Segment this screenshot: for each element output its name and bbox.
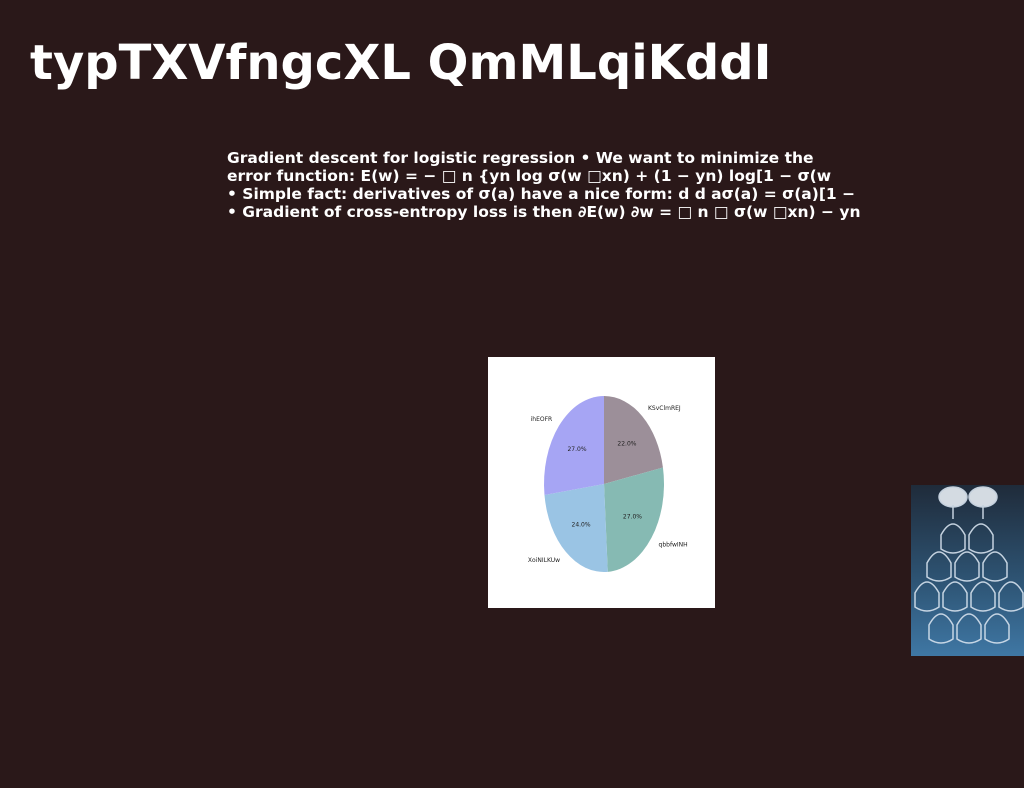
body-line: error function: E(w) = − □ n {yn log σ(w… <box>227 167 832 185</box>
body-line: Gradient descent for logistic regression… <box>227 149 814 167</box>
pie-slice-category-label: XoiNILKUw <box>528 557 560 564</box>
pie-slice-percent-label: 22.0% <box>617 440 636 447</box>
body-line: • Gradient of cross-entropy loss is then… <box>227 203 861 221</box>
champagne-glass-tower-photo <box>911 485 1024 656</box>
pie-slice-category-label: ihEOFR <box>531 416 553 423</box>
pie-slice-percent-label: 27.0% <box>623 513 642 520</box>
slide-body-text: Gradient descent for logistic regression… <box>227 149 927 221</box>
pie-slice-percent-label: 27.0% <box>567 446 586 453</box>
slide-title: typTXVfngcXL QmMLqiKddI <box>30 35 772 91</box>
pie-slice-category-label: qbbfwINH <box>659 541 688 548</box>
pie-chart: 22.0% KSvClmREJ 27.0% qbbfwINH 24.0% XoiNILKU… <box>528 396 688 572</box>
pie-slice-percent-label: 24.0% <box>572 522 591 529</box>
pie-chart-image: 22.0% KSvClmREJ 27.0% qbbfwINH 24.0% XoiNILKU… <box>488 357 715 608</box>
pie-slice-category-label: KSvClmREJ <box>648 405 681 412</box>
body-line: • Simple fact: derivatives of σ(a) have … <box>227 185 856 203</box>
